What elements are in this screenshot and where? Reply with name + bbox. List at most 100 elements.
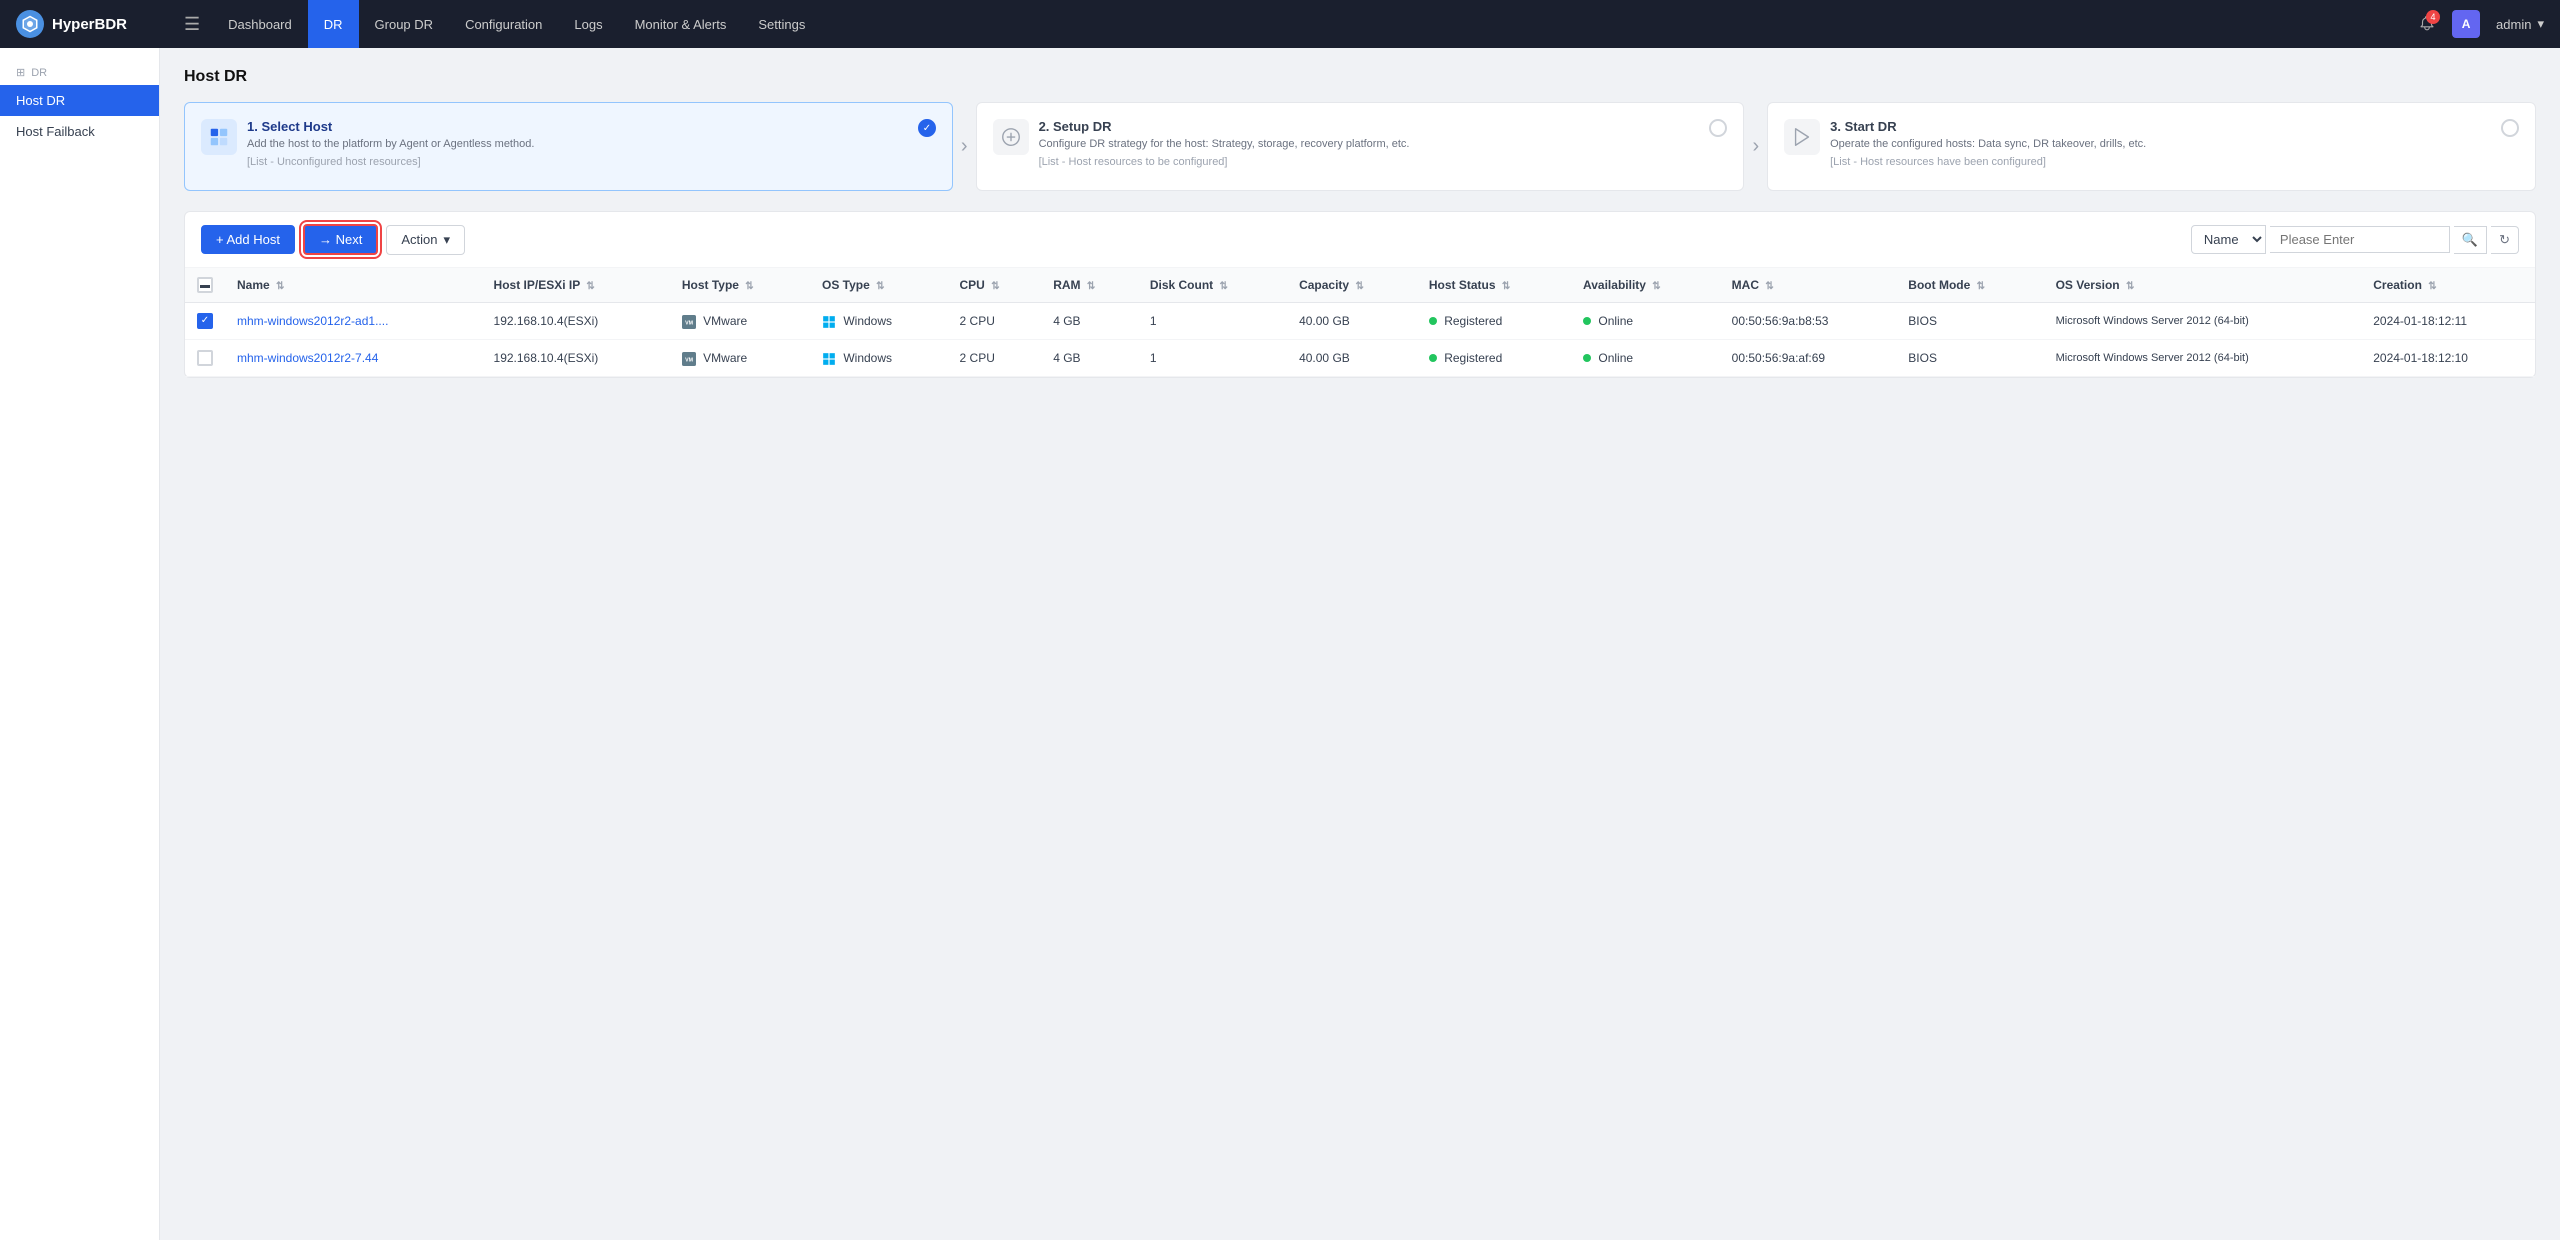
steps-row: 1. Select Host Add the host to the platf…: [184, 102, 2536, 191]
nav-user[interactable]: admin ▾: [2496, 16, 2544, 32]
row-host-status-1: Registered: [1417, 340, 1571, 377]
step-2-title: 2. Setup DR: [1039, 119, 1700, 134]
th-os-type[interactable]: OS Type ⇅: [810, 268, 948, 303]
search-select[interactable]: Name IP Status: [2191, 225, 2266, 254]
data-table: ▬ Name ⇅ Host IP/ESXi IP ⇅ Host Type ⇅ O…: [185, 268, 2535, 377]
row-os-type-0: Windows: [810, 303, 948, 340]
th-creation[interactable]: Creation ⇅: [2361, 268, 2535, 303]
row-ip-0: 192.168.10.4(ESXi): [482, 303, 670, 340]
search-input[interactable]: [2270, 226, 2450, 253]
step-2-card[interactable]: 2. Setup DR Configure DR strategy for th…: [976, 102, 1745, 191]
step-3-icon: [1784, 119, 1820, 155]
row-cpu-0: 2 CPU: [948, 303, 1042, 340]
th-os-version[interactable]: OS Version ⇅: [2044, 268, 2362, 303]
host-link-1[interactable]: mhm-windows2012r2-7.44: [237, 351, 378, 365]
row-host-type-1: VM VMware: [670, 340, 810, 377]
table-body: ✓ mhm-windows2012r2-ad1.... 192.168.10.4…: [185, 303, 2535, 377]
row-mac-0: 00:50:56:9a:b8:53: [1720, 303, 1897, 340]
nav-logs[interactable]: Logs: [558, 0, 618, 48]
row-capacity-1: 40.00 GB: [1287, 340, 1417, 377]
step-1-card[interactable]: 1. Select Host Add the host to the platf…: [184, 102, 953, 191]
step-arrow-2: ›: [1744, 102, 1767, 191]
row-boot-mode-0: BIOS: [1896, 303, 2043, 340]
th-capacity[interactable]: Capacity ⇅: [1287, 268, 1417, 303]
step-3-card[interactable]: 3. Start DR Operate the configured hosts…: [1767, 102, 2536, 191]
th-host-type[interactable]: Host Type ⇅: [670, 268, 810, 303]
row-os-type-1: Windows: [810, 340, 948, 377]
row-checkbox-0[interactable]: ✓: [197, 313, 213, 329]
row-disk-count-1: 1: [1138, 340, 1287, 377]
host-status-dot-1: [1429, 354, 1437, 362]
th-name[interactable]: Name ⇅: [225, 268, 482, 303]
bell-badge: 4: [2426, 10, 2440, 24]
row-os-version-1: Microsoft Windows Server 2012 (64-bit): [2044, 340, 2362, 377]
nav-dashboard[interactable]: Dashboard: [212, 0, 308, 48]
table-wrapper: ▬ Name ⇅ Host IP/ESXi IP ⇅ Host Type ⇅ O…: [185, 268, 2535, 377]
next-button[interactable]: → Next: [303, 224, 378, 255]
row-mac-1: 00:50:56:9a:af:69: [1720, 340, 1897, 377]
vmware-icon-1: VM: [682, 351, 699, 365]
sidebar-section-label: DR: [31, 67, 47, 79]
step-3-desc: Operate the configured hosts: Data sync,…: [1830, 137, 2491, 152]
th-cpu[interactable]: CPU ⇅: [948, 268, 1042, 303]
availability-dot-1: [1583, 354, 1591, 362]
row-name-1: mhm-windows2012r2-7.44: [225, 340, 482, 377]
svg-text:VM: VM: [685, 320, 694, 326]
row-ram-1: 4 GB: [1041, 340, 1138, 377]
row-host-status-0: Registered: [1417, 303, 1571, 340]
search-area: Name IP Status 🔍 ↻: [2191, 225, 2519, 254]
nav-right: 4 A admin ▾: [2418, 10, 2544, 38]
vmware-icon-0: VM: [682, 314, 699, 328]
host-status-dot-0: [1429, 317, 1437, 325]
th-ip[interactable]: Host IP/ESXi IP ⇅: [482, 268, 670, 303]
th-mac[interactable]: MAC ⇅: [1720, 268, 1897, 303]
th-checkbox: ▬: [185, 268, 225, 303]
row-checkbox-1[interactable]: [197, 350, 213, 366]
nav-dr[interactable]: DR: [308, 0, 359, 48]
step-2-desc: Configure DR strategy for the host: Stra…: [1039, 137, 1700, 152]
nav-avatar: A: [2452, 10, 2480, 38]
th-availability[interactable]: Availability ⇅: [1571, 268, 1720, 303]
refresh-button[interactable]: ↻: [2491, 226, 2519, 254]
add-host-button[interactable]: + Add Host: [201, 225, 295, 254]
nav-monitor-alerts[interactable]: Monitor & Alerts: [619, 0, 743, 48]
hamburger-icon[interactable]: ☰: [172, 14, 212, 35]
nav-settings[interactable]: Settings: [742, 0, 821, 48]
host-link-0[interactable]: mhm-windows2012r2-ad1....: [237, 314, 388, 328]
sidebar-item-host-dr[interactable]: Host DR: [0, 85, 159, 116]
row-boot-mode-1: BIOS: [1896, 340, 2043, 377]
row-cpu-1: 2 CPU: [948, 340, 1042, 377]
step-1-check: ✓: [918, 119, 936, 137]
row-checkbox-cell-1: [185, 340, 225, 377]
step-arrow-1: ›: [953, 102, 976, 191]
bell-icon[interactable]: 4: [2418, 14, 2436, 35]
sidebar-section-icon: ⊞: [16, 66, 25, 79]
th-ram[interactable]: RAM ⇅: [1041, 268, 1138, 303]
step-3-sub: [List - Host resources have been configu…: [1830, 156, 2491, 168]
sidebar-item-host-failback[interactable]: Host Failback: [0, 116, 159, 147]
table-header-row: ▬ Name ⇅ Host IP/ESXi IP ⇅ Host Type ⇅ O…: [185, 268, 2535, 303]
availability-dot-0: [1583, 317, 1591, 325]
table-toolbar: + Add Host → Next Action ▾ Name IP Statu…: [185, 212, 2535, 268]
search-button[interactable]: 🔍: [2454, 226, 2487, 254]
step-3-circle: [2501, 119, 2519, 137]
row-creation-1: 2024-01-18:12:10: [2361, 340, 2535, 377]
step-3-info: 3. Start DR Operate the configured hosts…: [1830, 119, 2491, 168]
action-button[interactable]: Action ▾: [386, 225, 465, 255]
top-nav: HyperBDR ☰ Dashboard DR Group DR Configu…: [0, 0, 2560, 48]
th-boot-mode[interactable]: Boot Mode ⇅: [1896, 268, 2043, 303]
th-host-status[interactable]: Host Status ⇅: [1417, 268, 1571, 303]
sidebar: ⊞ DR Host DR Host Failback: [0, 48, 160, 1240]
nav-configuration[interactable]: Configuration: [449, 0, 558, 48]
nav-group-dr[interactable]: Group DR: [359, 0, 450, 48]
row-host-type-0: VM VMware: [670, 303, 810, 340]
logo[interactable]: HyperBDR: [16, 10, 156, 38]
th-disk-count[interactable]: Disk Count ⇅: [1138, 268, 1287, 303]
row-creation-0: 2024-01-18:12:11: [2361, 303, 2535, 340]
row-ram-0: 4 GB: [1041, 303, 1138, 340]
step-2-sub: [List - Host resources to be configured]: [1039, 156, 1700, 168]
windows-icon-1: [822, 351, 839, 365]
row-checkbox-cell-0: ✓: [185, 303, 225, 340]
header-checkbox[interactable]: ▬: [197, 277, 213, 293]
row-ip-1: 192.168.10.4(ESXi): [482, 340, 670, 377]
